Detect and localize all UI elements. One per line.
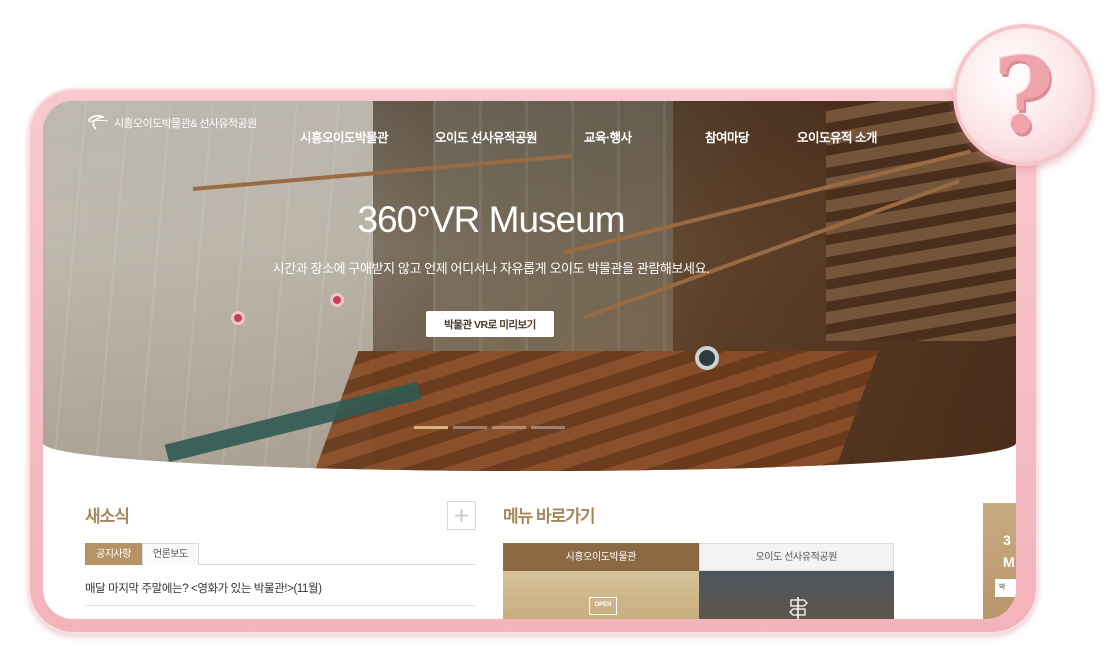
news-tabs: 공지사항 언론보도 bbox=[85, 543, 476, 565]
main-nav: 시흥오이도박물관 오이도 선사유적공원 교육·행사 참여마당 오이도유적 소개 bbox=[43, 127, 1016, 147]
vr-preview-button[interactable]: 박물관 VR로 미리보기 bbox=[426, 311, 554, 337]
hero-title: 360°VR Museum bbox=[357, 199, 625, 240]
side-promo-banner[interactable]: 3M 박 bbox=[983, 503, 1016, 619]
news-more-button[interactable]: + bbox=[447, 501, 476, 530]
vr-hotspot[interactable] bbox=[695, 346, 719, 370]
news-list-item[interactable]: 매달 마지막 주말에는? <영화가 있는 박물관!>(11월) bbox=[85, 580, 476, 596]
tab-prehistoric-park[interactable]: 오이도 선사유적공원 bbox=[698, 543, 894, 571]
menu-shortcut-panel: OPEN bbox=[503, 571, 894, 619]
nav-item-participation[interactable]: 참여마당 bbox=[705, 127, 750, 146]
stage: 시흥오이도박물관& 선사유적공원 시흥오이도박물관 오이도 선사유적공원 교육·… bbox=[0, 0, 1117, 658]
hero-subtitle: 시간과 장소에 구애받지 않고 언제 어디서나 자유롭게 오이도 박물관을 관람… bbox=[272, 261, 710, 276]
park-shortcut-card[interactable] bbox=[698, 571, 894, 619]
vr-hotspot[interactable] bbox=[231, 311, 245, 325]
nav-item-museum[interactable]: 시흥오이도박물관 bbox=[300, 127, 389, 146]
nav-item-prehistoric-park[interactable]: 오이도 선사유적공원 bbox=[435, 127, 537, 146]
side-promo-text: 3M bbox=[1003, 532, 1015, 570]
question-mark-icon: ? bbox=[993, 34, 1055, 157]
website-screen: 시흥오이도박물관& 선사유적공원 시흥오이도박물관 오이도 선사유적공원 교육·… bbox=[43, 101, 1016, 619]
signpost-icon bbox=[788, 597, 808, 619]
vr-hotspot[interactable] bbox=[330, 293, 344, 307]
news-section-title: 새소식 bbox=[85, 507, 130, 526]
menu-shortcuts-title: 메뉴 바로가기 bbox=[503, 507, 596, 526]
tab-notices[interactable]: 공지사항 bbox=[85, 543, 142, 565]
hero-banner: 시흥오이도박물관& 선사유적공원 시흥오이도박물관 오이도 선사유적공원 교육·… bbox=[43, 101, 1016, 471]
hero-stairs bbox=[307, 351, 879, 471]
open-sign-icon: OPEN bbox=[589, 597, 617, 615]
side-promo-button[interactable]: 박 bbox=[995, 579, 1016, 597]
slide-dot[interactable] bbox=[453, 426, 487, 429]
tab-press[interactable]: 언론보도 bbox=[141, 543, 199, 565]
nav-item-site-intro[interactable]: 오이도유적 소개 bbox=[797, 127, 877, 146]
news-divider bbox=[85, 605, 476, 606]
menu-shortcut-tabs: 시흥오이도박물관 오이도 선사유적공원 bbox=[503, 543, 894, 571]
slide-dot[interactable] bbox=[492, 426, 526, 429]
nav-item-education-events[interactable]: 교육·행사 bbox=[584, 127, 632, 146]
tab-museum[interactable]: 시흥오이도박물관 bbox=[503, 543, 699, 571]
museum-shortcut-card[interactable]: OPEN bbox=[503, 571, 699, 619]
slide-dot-active[interactable] bbox=[414, 426, 448, 429]
slide-indicators bbox=[414, 426, 565, 429]
question-badge-icon: ? bbox=[953, 24, 1095, 166]
slide-dot[interactable] bbox=[531, 426, 565, 429]
